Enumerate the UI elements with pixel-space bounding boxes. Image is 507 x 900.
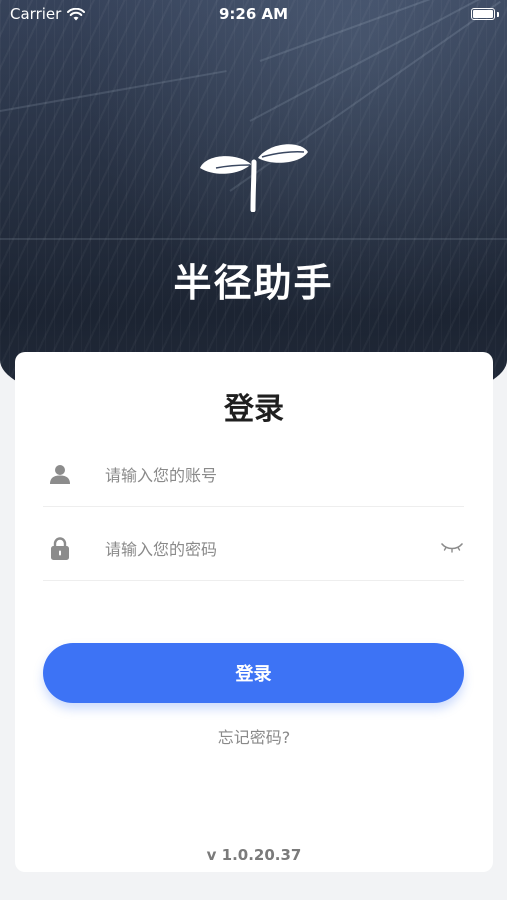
account-field: [43, 448, 464, 507]
sprout-icon: [200, 144, 308, 212]
user-icon: [50, 465, 70, 484]
forgot-password-link[interactable]: 忘记密码?: [15, 724, 493, 748]
login-button[interactable]: 登录: [43, 643, 464, 703]
version-label: v 1.0.20.37: [206, 846, 302, 864]
status-time: 9:26 AM: [218, 5, 289, 23]
login-card-title: 登录: [224, 392, 284, 427]
status-bar: Carrier 9:26 AM: [0, 0, 507, 30]
login-screen: Carrier 9:26 AM 半径助手 登录 请输入您的账号 登录 忘记密码?…: [0, 0, 507, 900]
battery-icon: [471, 8, 495, 20]
login-card: 登录 登录 忘记密码? v 1.0.20.37: [15, 352, 493, 872]
password-field: [43, 522, 464, 581]
battery-tip: [497, 12, 499, 17]
lock-icon: [51, 537, 69, 560]
battery-level: [473, 10, 493, 18]
eye-closed-icon[interactable]: [440, 539, 464, 555]
account-input[interactable]: [103, 458, 437, 492]
password-input[interactable]: [103, 532, 437, 566]
app-title: 半径助手: [173, 261, 334, 305]
